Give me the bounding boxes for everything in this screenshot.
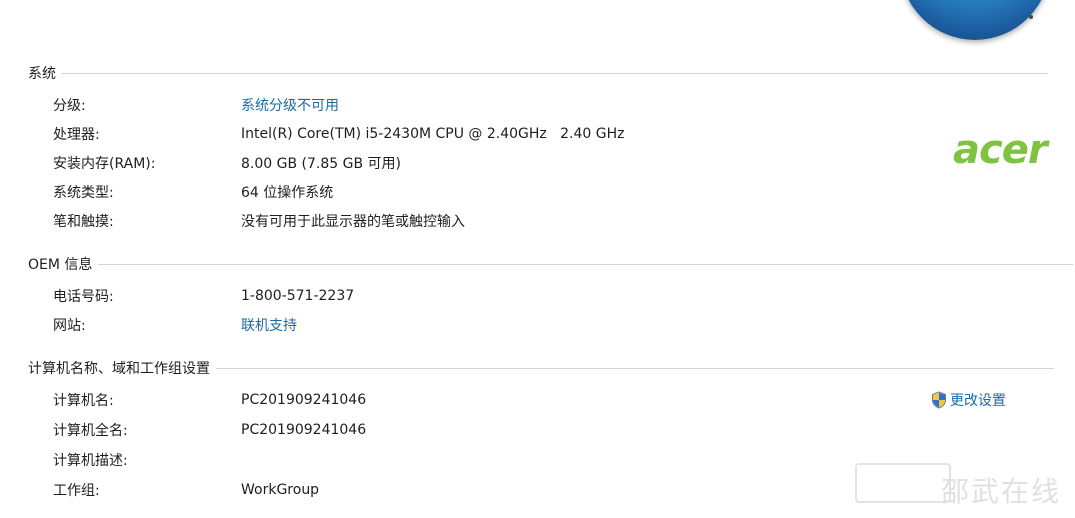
ram-row: 安装内存(RAM): 8.00 GB (7.85 GB 可用)	[53, 153, 401, 173]
computer-name-row: 计算机名: PC201909241046	[53, 390, 366, 410]
site-watermark: 邵武在线	[855, 455, 1070, 510]
online-support-link[interactable]: 联机支持	[241, 315, 297, 335]
system-type-row: 系统类型: 64 位操作系统	[53, 182, 333, 202]
ram-label: 安装内存(RAM):	[53, 156, 156, 172]
computer-description-label: 计算机描述:	[53, 453, 128, 469]
processor-label: 处理器:	[53, 127, 100, 143]
section-title-oem: OEM 信息	[28, 257, 93, 273]
website-label: 网站:	[53, 318, 86, 334]
pen-touch-label: 笔和触摸:	[53, 214, 114, 230]
processor-value: Intel(R) Core(TM) i5-2430M CPU @ 2.40GHz…	[241, 126, 625, 142]
section-title-system: 系统	[28, 66, 56, 82]
system-type-value: 64 位操作系统	[241, 185, 334, 201]
uac-shield-icon	[931, 391, 947, 409]
windows-logo-orb	[900, 0, 1050, 40]
section-divider	[62, 72, 1048, 74]
workgroup-label: 工作组:	[53, 483, 100, 499]
section-divider	[98, 263, 1074, 265]
watermark-stamp-logo	[855, 463, 951, 503]
workgroup-row: 工作组: WorkGroup	[53, 480, 319, 500]
section-divider	[216, 367, 1054, 369]
system-type-label: 系统类型:	[53, 185, 114, 201]
acer-logo: acer	[953, 127, 1048, 173]
pen-touch-row: 笔和触摸: 没有可用于此显示器的笔或触控输入	[53, 211, 465, 231]
phone-value: 1-800-571-2237	[241, 288, 355, 304]
rating-row: 分级: 系统分级不可用	[53, 95, 339, 115]
computer-section-header: 计算机名称、域和工作组设置	[28, 359, 1054, 377]
computer-name-label: 计算机名:	[53, 393, 114, 409]
phone-label: 电话号码:	[53, 289, 114, 305]
section-title-computer: 计算机名称、域和工作组设置	[28, 361, 210, 377]
computer-name-value: PC201909241046	[241, 392, 367, 408]
change-settings-label: 更改设置	[950, 393, 1006, 409]
orb-dot	[1029, 15, 1033, 19]
pen-touch-value: 没有可用于此显示器的笔或触控输入	[241, 214, 465, 230]
system-section-header: 系统	[28, 64, 1048, 82]
rating-unavailable-link[interactable]: 系统分级不可用	[241, 95, 339, 115]
phone-row: 电话号码: 1-800-571-2237	[53, 286, 354, 306]
oem-section-header: OEM 信息	[28, 255, 1074, 273]
full-computer-name-label: 计算机全名:	[53, 423, 128, 439]
computer-description-row: 计算机描述:	[53, 450, 241, 470]
full-computer-name-row: 计算机全名: PC201909241046	[53, 420, 366, 440]
watermark-text: 邵武在线	[941, 475, 1062, 508]
processor-row: 处理器: Intel(R) Core(TM) i5-2430M CPU @ 2.…	[53, 124, 624, 144]
workgroup-value: WorkGroup	[241, 482, 320, 498]
website-row: 网站: 联机支持	[53, 315, 297, 335]
ram-value: 8.00 GB (7.85 GB 可用)	[241, 156, 401, 172]
full-computer-name-value: PC201909241046	[241, 422, 367, 438]
change-settings-button[interactable]: 更改设置	[931, 390, 1006, 410]
rating-label: 分级:	[53, 98, 86, 114]
